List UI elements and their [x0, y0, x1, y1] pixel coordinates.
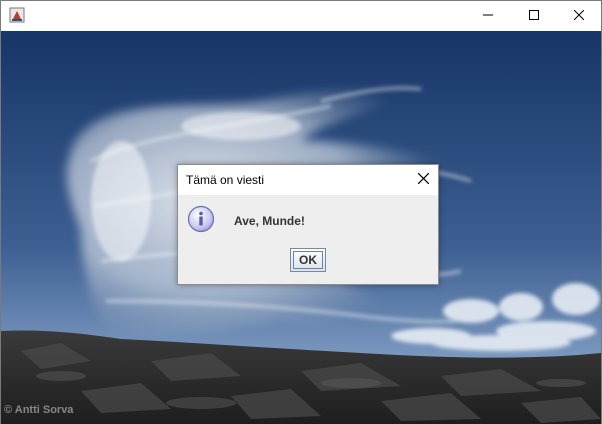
dialog-close-button[interactable] — [408, 165, 438, 195]
java-app-icon — [9, 7, 25, 23]
close-icon — [417, 171, 429, 189]
window-titlebar[interactable] — [1, 1, 601, 31]
dialog-titlebar[interactable]: Tämä on viesti — [178, 165, 438, 195]
minimize-icon — [483, 7, 493, 25]
close-button[interactable] — [556, 1, 602, 31]
dialog-title: Tämä on viesti — [186, 173, 265, 187]
photo-credit: © Antti Sorva — [4, 404, 74, 416]
message-dialog: Tämä on viesti Ave, Munde! OK — [177, 164, 439, 285]
close-icon — [573, 7, 585, 25]
dialog-message: Ave, Munde! — [234, 214, 305, 228]
maximize-button[interactable] — [511, 1, 557, 31]
minimize-button[interactable] — [465, 1, 511, 31]
info-icon — [187, 205, 215, 233]
ok-button[interactable]: OK — [290, 248, 326, 272]
main-window: © Antti Sorva Tämä on viesti Ave, Munde!… — [0, 0, 602, 424]
maximize-icon — [529, 7, 539, 25]
